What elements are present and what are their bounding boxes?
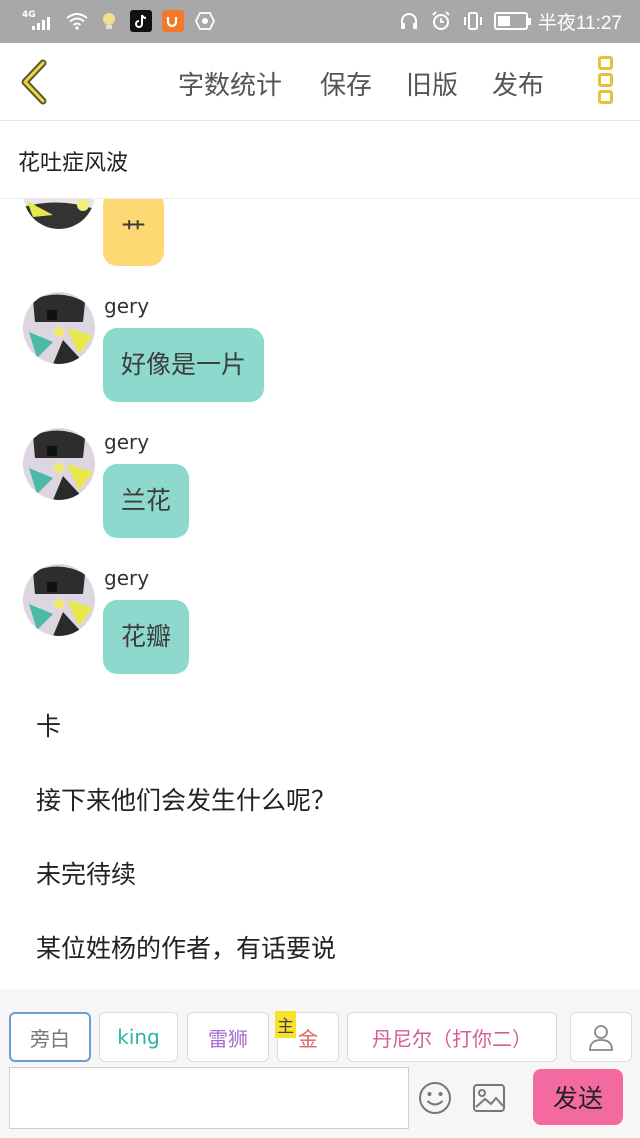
role-manage-button[interactable] [570,1012,632,1062]
old-version-button[interactable]: 旧版 [406,65,458,102]
avatar[interactable] [23,428,95,500]
signal-icon: 4G [22,10,56,32]
smiley-icon [419,1082,451,1114]
main-role-tag: 主 [275,1011,296,1038]
alarm-icon [430,10,452,32]
word-count-button[interactable]: 字数统计 [178,65,282,102]
role-selector-bar: 旁白 king 雷狮 主 金 丹尼尔（打你二） [0,989,640,1065]
camera-icon [194,10,216,32]
emoji-button[interactable] [418,1081,452,1115]
chevron-left-icon [21,59,47,105]
image-button[interactable] [472,1081,506,1115]
avatar[interactable] [23,564,95,636]
message-input[interactable] [9,1067,409,1129]
role-chip-jin[interactable]: 主 金 [275,1011,339,1062]
narration-line[interactable]: 接下来他们会发生什么呢？ [36,781,336,817]
wifi-icon [66,10,88,32]
image-icon [473,1084,505,1112]
role-label: 丹尼尔（打你二） [372,1026,532,1051]
more-dot [597,73,613,87]
role-chip-narrator[interactable]: 旁白 [9,1012,91,1062]
message-sender: gery [104,430,150,454]
chat-area[interactable]: 艹 gery 好像是一片 gery 兰花 gery 花瓣 卡 接下来他们会发生什… [0,199,640,989]
narration-line[interactable]: 某位姓杨的作者，有话要说 [36,929,336,965]
vibrate-icon [462,10,484,32]
role-chip-daniel[interactable]: 丹尼尔（打你二） [347,1012,557,1062]
more-menu-button[interactable] [592,55,618,109]
message-bubble[interactable]: 艹 [103,199,165,266]
save-button[interactable]: 保存 [320,65,372,102]
message-bubble[interactable]: 花瓣 [103,600,190,674]
role-label: king [117,1025,160,1049]
battery-icon [493,12,531,30]
publish-button[interactable]: 发布 [492,65,544,102]
back-button[interactable] [14,57,54,107]
avatar[interactable] [23,199,95,229]
headphones-icon [398,10,420,32]
story-title: 花吐症风波 [18,151,129,176]
clock: 半夜11:27 [537,12,622,34]
status-bar: 4G 半夜11:27 [0,0,640,43]
message-bubble[interactable]: 兰花 [103,464,190,538]
role-chip-king[interactable]: king [99,1012,178,1062]
narration-line[interactable]: 卡 [36,707,61,743]
message-sender: gery [104,566,150,590]
tiktok-icon [130,10,152,32]
role-label: 旁白 [30,1026,70,1051]
bulb-icon [98,10,120,32]
send-button[interactable]: 发送 [533,1069,623,1125]
more-dot [597,56,613,70]
composer-bar: 发送 [0,1065,640,1138]
role-chip-leishi[interactable]: 雷狮 [187,1012,269,1062]
role-label: 金 [298,1026,318,1051]
message-sender: gery [104,294,150,318]
more-dot [597,90,613,104]
role-label: 雷狮 [208,1026,248,1051]
uc-browser-icon [162,10,184,32]
avatar[interactable] [23,292,95,364]
person-icon [589,1025,613,1051]
narration-line[interactable]: 未完待续 [36,855,136,891]
message-bubble[interactable]: 好像是一片 [103,328,265,402]
story-title-bar[interactable]: 花吐症风波 [0,121,640,199]
battery-level [497,16,510,26]
editor-toolbar: 字数统计 保存 旧版 发布 [0,43,640,121]
